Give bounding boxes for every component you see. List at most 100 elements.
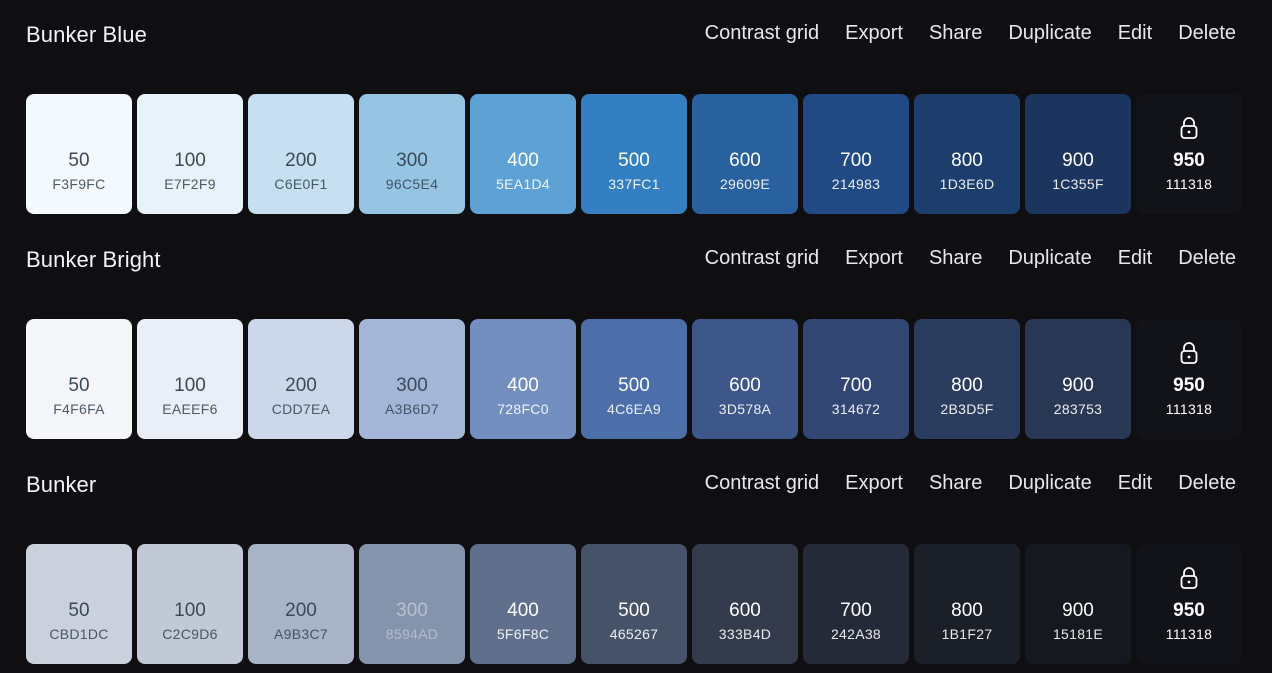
color-swatch-200[interactable]: 200 CDD7EA <box>248 319 354 439</box>
lock-icon[interactable] <box>1179 566 1199 590</box>
color-swatch-950[interactable]: 950 111318 <box>1136 94 1242 214</box>
contrast-grid-button[interactable]: Contrast grid <box>705 472 820 495</box>
swatch-shade-label: 600 <box>729 375 761 396</box>
color-swatch-200[interactable]: 200 A9B3C7 <box>248 544 354 664</box>
swatch-hex-label: 283753 <box>1053 401 1103 417</box>
swatch-shade-label: 200 <box>285 150 317 171</box>
delete-button[interactable]: Delete <box>1178 247 1236 270</box>
swatch-hex-label: 111318 <box>1165 626 1213 642</box>
palette-actions: Contrast grid Export Share Duplicate Edi… <box>705 247 1236 270</box>
color-swatch-400[interactable]: 400 5EA1D4 <box>470 94 576 214</box>
lock-icon[interactable] <box>1179 116 1199 140</box>
color-swatch-900[interactable]: 900 15181E <box>1025 544 1131 664</box>
color-swatch-800[interactable]: 800 2B3D5F <box>914 319 1020 439</box>
palette-list: Bunker Blue Contrast grid Export Share D… <box>0 0 1272 673</box>
swatch-hex-label: 2B3D5F <box>940 401 994 417</box>
delete-button[interactable]: Delete <box>1178 22 1236 45</box>
swatch-hex-label: F3F9FC <box>52 176 106 192</box>
share-button[interactable]: Share <box>929 472 982 495</box>
swatch-hex-label: 96C5E4 <box>385 176 439 192</box>
duplicate-button[interactable]: Duplicate <box>1008 22 1091 45</box>
swatch-hex-label: 3D578A <box>718 401 772 417</box>
share-button[interactable]: Share <box>929 22 982 45</box>
color-swatch-900[interactable]: 900 283753 <box>1025 319 1131 439</box>
color-swatch-100[interactable]: 100 E7F2F9 <box>137 94 243 214</box>
color-swatch-700[interactable]: 700 214983 <box>803 94 909 214</box>
export-button[interactable]: Export <box>845 472 903 495</box>
delete-button[interactable]: Delete <box>1178 472 1236 495</box>
palette-header: Bunker Bright Contrast grid Export Share… <box>0 243 1272 279</box>
swatch-hex-label: 8594AD <box>385 626 439 642</box>
export-button[interactable]: Export <box>845 247 903 270</box>
swatch-shade-label: 300 <box>396 600 428 621</box>
swatch-shade-label: 100 <box>174 600 206 621</box>
color-swatch-200[interactable]: 200 C6E0F1 <box>248 94 354 214</box>
swatch-hex-label: 1D3E6D <box>939 176 995 192</box>
color-swatch-700[interactable]: 700 314672 <box>803 319 909 439</box>
swatch-shade-label: 950 <box>1173 375 1205 396</box>
color-swatch-600[interactable]: 600 333B4D <box>692 544 798 664</box>
color-swatch-800[interactable]: 800 1D3E6D <box>914 94 1020 214</box>
palette-header: Bunker Contrast grid Export Share Duplic… <box>0 468 1272 504</box>
color-swatch-50[interactable]: 50 F4F6FA <box>26 319 132 439</box>
contrast-grid-button[interactable]: Contrast grid <box>705 22 820 45</box>
lock-icon[interactable] <box>1179 341 1199 365</box>
color-swatch-900[interactable]: 900 1C355F <box>1025 94 1131 214</box>
color-swatch-50[interactable]: 50 F3F9FC <box>26 94 132 214</box>
color-swatch-400[interactable]: 400 5F6F8C <box>470 544 576 664</box>
palette-actions: Contrast grid Export Share Duplicate Edi… <box>705 22 1236 45</box>
swatch-shade-label: 950 <box>1173 600 1205 621</box>
color-swatch-800[interactable]: 800 1B1F27 <box>914 544 1020 664</box>
color-swatch-300[interactable]: 300 96C5E4 <box>359 94 465 214</box>
export-button[interactable]: Export <box>845 22 903 45</box>
color-swatch-700[interactable]: 700 242A38 <box>803 544 909 664</box>
swatch-shade-label: 900 <box>1062 150 1094 171</box>
swatch-hex-label: E7F2F9 <box>164 176 216 192</box>
contrast-grid-button[interactable]: Contrast grid <box>705 247 820 270</box>
color-swatch-100[interactable]: 100 EAEEF6 <box>137 319 243 439</box>
color-swatch-500[interactable]: 500 465267 <box>581 544 687 664</box>
color-swatch-300[interactable]: 300 8594AD <box>359 544 465 664</box>
swatch-hex-label: 15181E <box>1052 626 1104 642</box>
swatch-shade-label: 300 <box>396 375 428 396</box>
swatch-hex-label: F4F6FA <box>53 401 105 417</box>
palette-title: Bunker Blue <box>26 22 147 47</box>
edit-button[interactable]: Edit <box>1118 22 1152 45</box>
swatch-hex-label: 29609E <box>719 176 771 192</box>
swatch-shade-label: 700 <box>840 600 872 621</box>
swatch-shade-label: 100 <box>174 375 206 396</box>
swatch-shade-label: 800 <box>951 150 983 171</box>
swatch-hex-label: 5EA1D4 <box>496 176 550 192</box>
duplicate-button[interactable]: Duplicate <box>1008 247 1091 270</box>
swatch-hex-label: 337FC1 <box>608 176 660 192</box>
swatch-shade-label: 900 <box>1062 600 1094 621</box>
swatch-shade-label: 950 <box>1173 150 1205 171</box>
color-swatch-500[interactable]: 500 337FC1 <box>581 94 687 214</box>
swatch-shade-label: 500 <box>618 600 650 621</box>
color-swatch-600[interactable]: 600 29609E <box>692 94 798 214</box>
swatch-shade-label: 400 <box>507 600 539 621</box>
color-swatch-950[interactable]: 950 111318 <box>1136 544 1242 664</box>
swatch-hex-label: A9B3C7 <box>274 626 328 642</box>
swatch-shade-label: 800 <box>951 375 983 396</box>
color-swatch-400[interactable]: 400 728FC0 <box>470 319 576 439</box>
palette-title: Bunker Bright <box>26 247 161 272</box>
duplicate-button[interactable]: Duplicate <box>1008 472 1091 495</box>
edit-button[interactable]: Edit <box>1118 247 1152 270</box>
swatch-shade-label: 50 <box>68 600 90 621</box>
color-swatch-50[interactable]: 50 CBD1DC <box>26 544 132 664</box>
swatch-hex-label: 333B4D <box>718 626 772 642</box>
swatch-shade-label: 50 <box>68 375 90 396</box>
share-button[interactable]: Share <box>929 247 982 270</box>
color-swatch-100[interactable]: 100 C2C9D6 <box>137 544 243 664</box>
swatch-shade-label: 500 <box>618 375 650 396</box>
swatch-hex-label: 728FC0 <box>497 401 549 417</box>
swatch-hex-label: 1C355F <box>1052 176 1104 192</box>
swatch-shade-label: 50 <box>68 150 90 171</box>
color-swatch-600[interactable]: 600 3D578A <box>692 319 798 439</box>
color-swatch-500[interactable]: 500 4C6EA9 <box>581 319 687 439</box>
color-swatch-300[interactable]: 300 A3B6D7 <box>359 319 465 439</box>
palette-title: Bunker <box>26 472 97 497</box>
edit-button[interactable]: Edit <box>1118 472 1152 495</box>
color-swatch-950[interactable]: 950 111318 <box>1136 319 1242 439</box>
